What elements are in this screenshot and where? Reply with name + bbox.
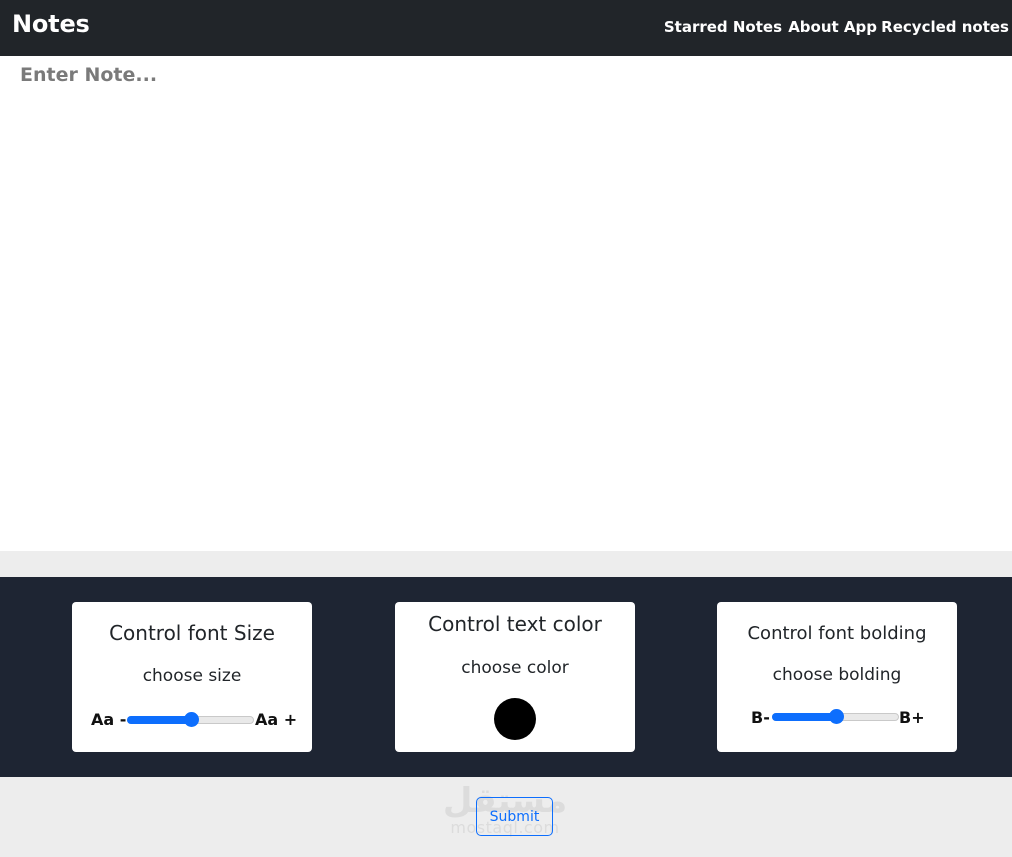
font-bolding-title: Control font bolding <box>747 623 927 644</box>
font-size-slider[interactable] <box>127 712 254 727</box>
note-input[interactable] <box>0 56 1012 551</box>
font-bolding-slider-thumb[interactable] <box>829 709 844 724</box>
font-size-slider-row: Aa - Aa + <box>72 710 312 730</box>
font-bolding-slider-row: B- B+ <box>717 708 957 728</box>
nav-link-about-app[interactable]: About App <box>788 18 877 36</box>
font-size-slider-fill <box>127 716 191 724</box>
font-size-subtitle: choose size <box>142 666 242 686</box>
font-bolding-min-label: B- <box>751 708 770 727</box>
font-size-slider-thumb[interactable] <box>184 712 199 727</box>
text-color-subtitle: choose color <box>461 658 569 678</box>
font-bolding-slider[interactable] <box>772 709 899 724</box>
nav-link-recycled-notes[interactable]: Recycled notes <box>881 18 1009 36</box>
top-navbar: Notes Starred Notes About App Recycled n… <box>0 0 1012 56</box>
font-size-card: Control font Size choose size Aa - Aa + <box>72 602 312 752</box>
font-bolding-slider-fill <box>772 713 836 721</box>
font-size-title: Control font Size <box>109 621 275 645</box>
app-brand[interactable]: Notes <box>12 10 90 38</box>
font-bolding-subtitle: choose bolding <box>772 665 902 685</box>
font-bolding-max-label: B+ <box>899 708 925 727</box>
font-size-min-label: Aa - <box>91 710 127 729</box>
text-color-picker[interactable] <box>494 698 536 740</box>
nav-link-starred-notes[interactable]: Starred Notes <box>664 18 782 36</box>
controls-panel: Control font Size choose size Aa - Aa + … <box>0 577 1012 777</box>
submit-button[interactable]: Submit <box>476 797 553 836</box>
font-bolding-card: Control font bolding choose bolding B- B… <box>717 602 957 752</box>
text-color-card: Control text color choose color <box>395 602 635 752</box>
text-color-title: Control text color <box>428 612 602 636</box>
font-size-max-label: Aa + <box>255 710 298 729</box>
